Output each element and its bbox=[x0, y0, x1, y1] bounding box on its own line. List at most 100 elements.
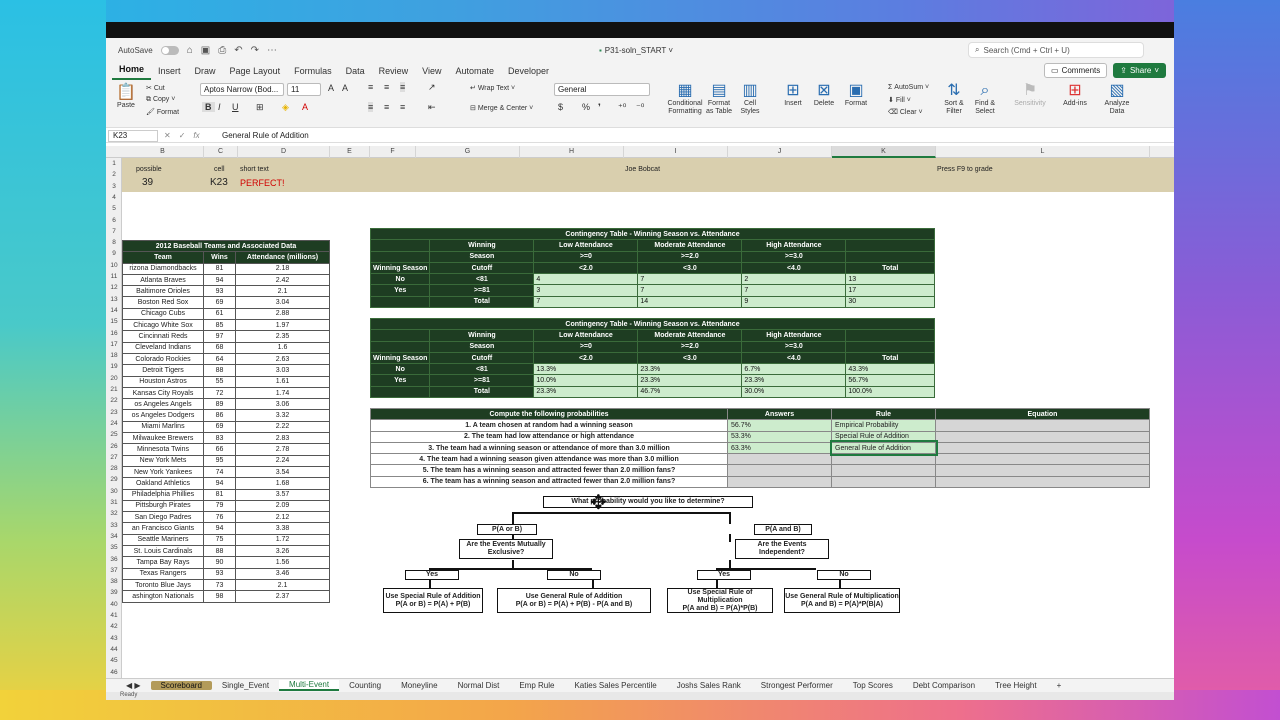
team-cell[interactable]: an Francisco Giants bbox=[122, 522, 204, 535]
attendance-cell[interactable]: 2.37 bbox=[235, 590, 330, 603]
team-cell[interactable]: Tampa Bay Rays bbox=[122, 556, 204, 569]
row-header[interactable]: 18 bbox=[106, 350, 122, 361]
row-header[interactable]: 43 bbox=[106, 633, 122, 644]
wins-cell[interactable]: 61 bbox=[203, 307, 236, 321]
sheet-nav-icons[interactable]: ◀ ▶ bbox=[116, 681, 151, 690]
prob-question[interactable]: 5. The team has a winning season and att… bbox=[370, 464, 728, 477]
wins-cell[interactable]: 68 bbox=[203, 341, 236, 354]
save-icon[interactable]: ▣ bbox=[201, 45, 210, 56]
share-button[interactable]: ⇪ Share ˅ bbox=[1113, 63, 1166, 78]
prob-answer[interactable] bbox=[727, 453, 832, 466]
format-cells-button[interactable]: ▣ Format bbox=[842, 82, 870, 108]
col-H[interactable]: H bbox=[520, 146, 624, 158]
attendance-cell[interactable]: 2.42 bbox=[235, 273, 330, 287]
attendance-cell[interactable]: 3.06 bbox=[235, 398, 330, 411]
col-K[interactable]: K bbox=[832, 146, 936, 158]
team-cell[interactable]: St. Louis Cardinals bbox=[122, 545, 204, 558]
insert-cells-button[interactable]: ⊞ Insert bbox=[780, 82, 806, 108]
clear-button[interactable]: ⌫ Clear ˅ bbox=[888, 108, 923, 116]
number-format-select[interactable]: General bbox=[554, 83, 650, 96]
team-cell[interactable]: Boston Red Sox bbox=[122, 296, 204, 309]
row-header[interactable]: 19 bbox=[106, 361, 122, 372]
ct-cell[interactable]: 9 bbox=[741, 295, 847, 309]
align-right-icon[interactable]: ≡ bbox=[400, 102, 405, 112]
tab-formulas[interactable]: Formulas bbox=[287, 66, 339, 80]
wins-cell[interactable]: 98 bbox=[203, 590, 236, 603]
ct-cell[interactable]: <81 bbox=[429, 273, 535, 286]
team-cell[interactable]: Miami Marlins bbox=[122, 420, 204, 434]
wins-cell[interactable]: 94 bbox=[203, 522, 236, 535]
tab-home[interactable]: Home bbox=[112, 64, 152, 80]
ct-cell[interactable]: 7 bbox=[533, 295, 639, 309]
orientation-icon[interactable]: ↗ bbox=[428, 82, 436, 93]
row-header[interactable]: 22 bbox=[106, 395, 122, 406]
name-box[interactable]: K23 bbox=[108, 129, 158, 142]
ct-cell[interactable]: 30.0% bbox=[741, 385, 847, 399]
wins-cell[interactable]: 69 bbox=[203, 420, 236, 434]
row-header[interactable]: 14 bbox=[106, 305, 122, 316]
tab-page-layout[interactable]: Page Layout bbox=[223, 66, 288, 80]
row-header[interactable]: 26 bbox=[106, 441, 122, 452]
italic-button[interactable]: I bbox=[218, 102, 221, 112]
fx-icon[interactable]: fx bbox=[193, 131, 199, 140]
sheet-tab[interactable]: Joshs Sales Rank bbox=[667, 681, 751, 690]
wins-cell[interactable]: 89 bbox=[203, 398, 236, 411]
team-cell[interactable]: Atlanta Braves bbox=[122, 273, 204, 287]
ct-cell[interactable]: 7 bbox=[637, 273, 743, 286]
team-cell[interactable]: rizona Diamondbacks bbox=[122, 262, 204, 275]
tab-review[interactable]: Review bbox=[372, 66, 416, 80]
attendance-cell[interactable]: 1.56 bbox=[235, 556, 330, 569]
merge-center-button[interactable]: ⊟ Merge & Center ˅ bbox=[470, 104, 533, 112]
prob-rule[interactable]: Special Rule of Addition bbox=[831, 430, 936, 443]
team-cell[interactable]: ashington Nationals bbox=[122, 590, 204, 603]
team-cell[interactable]: Chicago Cubs bbox=[122, 307, 204, 321]
ct-cell[interactable]: 2 bbox=[741, 273, 847, 286]
ct-cell[interactable]: >=81 bbox=[429, 284, 535, 297]
redo-icon[interactable]: ↷ bbox=[251, 45, 259, 56]
cell-styles-button[interactable]: ▥ Cell Styles bbox=[736, 82, 764, 116]
attendance-cell[interactable]: 3.54 bbox=[235, 465, 330, 479]
ct-cell[interactable]: 4 bbox=[533, 273, 639, 286]
row-header[interactable]: 39 bbox=[106, 587, 122, 598]
row-header[interactable]: 23 bbox=[106, 407, 122, 418]
sheet-tab[interactable]: Emp Rule bbox=[509, 681, 564, 690]
undo-icon[interactable]: ↶ bbox=[234, 45, 242, 56]
ct-cell[interactable]: 23.3% bbox=[637, 363, 743, 376]
prob-question[interactable]: 2. The team had low attendance or high a… bbox=[370, 430, 728, 443]
decrease-decimal-icon[interactable]: ⁻⁰ bbox=[636, 102, 644, 113]
team-cell[interactable]: os Angeles Angels bbox=[122, 398, 204, 411]
team-cell[interactable]: San Diego Padres bbox=[122, 511, 204, 524]
format-painter-button[interactable]: 🖌 Format bbox=[146, 108, 179, 116]
prob-equation[interactable] bbox=[935, 430, 1150, 443]
align-bottom-icon[interactable]: ≡ bbox=[400, 82, 406, 92]
team-cell[interactable]: Seattle Mariners bbox=[122, 533, 204, 547]
wins-cell[interactable]: 79 bbox=[203, 499, 236, 513]
team-cell[interactable]: Baltimore Orioles bbox=[122, 285, 204, 298]
attendance-cell[interactable]: 3.26 bbox=[235, 545, 330, 558]
wrap-text-button[interactable]: ↵ Wrap Text ˅ bbox=[470, 84, 515, 92]
align-left-icon[interactable]: ≡ bbox=[368, 102, 374, 112]
attendance-cell[interactable]: 2.12 bbox=[235, 511, 330, 524]
wins-cell[interactable]: 85 bbox=[203, 319, 236, 332]
row-header[interactable]: 46 bbox=[106, 667, 122, 678]
row-header[interactable]: 7 bbox=[106, 226, 122, 237]
row-header[interactable]: 31 bbox=[106, 497, 122, 508]
row-header[interactable]: 40 bbox=[106, 599, 122, 610]
team-cell[interactable]: Pittsburgh Pirates bbox=[122, 499, 204, 513]
sheet-tab[interactable]: Multi-Event bbox=[279, 680, 340, 691]
prob-rule[interactable] bbox=[831, 475, 936, 489]
attendance-cell[interactable]: 1.74 bbox=[235, 386, 330, 400]
row-header[interactable]: 30 bbox=[106, 486, 122, 497]
sheet-tab[interactable]: Single_Event bbox=[212, 681, 279, 690]
wins-cell[interactable]: 69 bbox=[203, 296, 236, 309]
print-icon[interactable]: ⎙ bbox=[218, 45, 226, 56]
row-header[interactable]: 11 bbox=[106, 271, 122, 282]
sheet-tab[interactable]: Katies Sales Percentile bbox=[564, 681, 666, 690]
row-header[interactable]: 21 bbox=[106, 384, 122, 395]
attendance-cell[interactable]: 1.72 bbox=[235, 533, 330, 547]
team-cell[interactable]: Cleveland Indians bbox=[122, 341, 204, 354]
copy-button[interactable]: ⧉ Copy ˅ bbox=[146, 96, 175, 104]
currency-icon[interactable]: $ bbox=[558, 102, 563, 112]
row-header[interactable]: 15 bbox=[106, 316, 122, 327]
underline-button[interactable]: U bbox=[232, 102, 239, 112]
